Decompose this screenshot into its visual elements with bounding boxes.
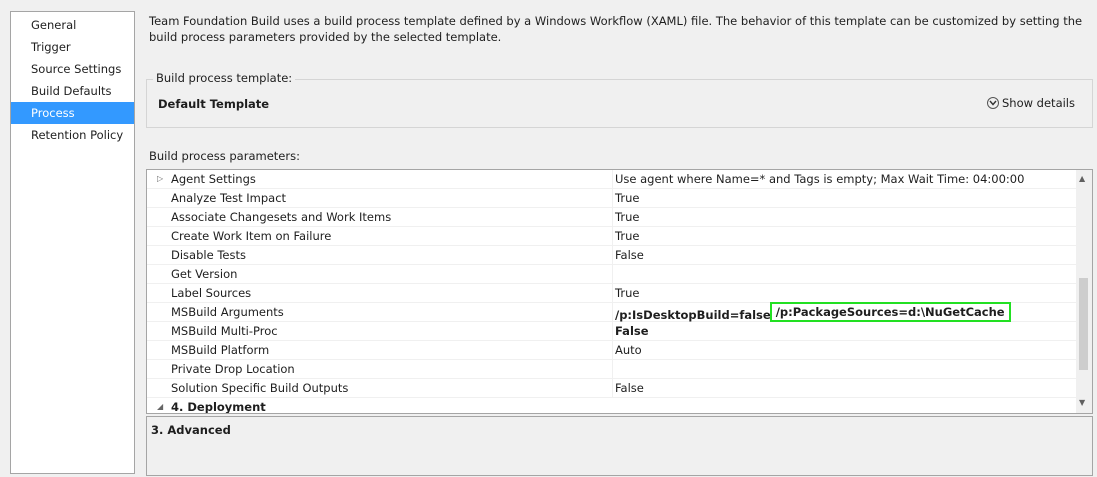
- nav-item-build-defaults[interactable]: Build Defaults: [11, 80, 134, 102]
- param-row[interactable]: MSBuild Platform Auto: [147, 341, 1077, 360]
- param-row[interactable]: Private Drop Location: [147, 360, 1077, 379]
- param-value[interactable]: True: [615, 229, 639, 243]
- chevron-down-icon: [987, 97, 999, 109]
- column-divider: [612, 284, 613, 302]
- column-divider: [612, 303, 613, 321]
- param-value[interactable]: False: [615, 324, 649, 338]
- nav-item-general[interactable]: General: [11, 14, 134, 36]
- param-row-msbuild-arguments[interactable]: MSBuild Arguments /p:IsDesktopBuild=fals…: [147, 302, 1077, 322]
- template-group-legend: Build process template:: [153, 71, 296, 85]
- param-row-agent-settings[interactable]: ▷ Agent Settings Use agent where Name=* …: [147, 170, 1077, 189]
- column-divider: [612, 227, 613, 245]
- nav-item-source-settings[interactable]: Source Settings: [11, 58, 134, 80]
- show-details-button[interactable]: Show details: [987, 96, 1075, 110]
- section-row-deployment[interactable]: ◢ 4. Deployment: [147, 398, 1077, 414]
- param-row[interactable]: Associate Changesets and Work Items True: [147, 208, 1077, 227]
- nav-item-retention-policy[interactable]: Retention Policy: [11, 124, 134, 146]
- column-divider: [612, 341, 613, 359]
- param-name: Solution Specific Build Outputs: [171, 381, 349, 395]
- param-value[interactable]: True: [615, 191, 639, 205]
- nav-item-trigger[interactable]: Trigger: [11, 36, 134, 58]
- param-row[interactable]: Create Work Item on Failure True: [147, 227, 1077, 246]
- column-divider: [612, 246, 613, 264]
- params-grid: ▷ Agent Settings Use agent where Name=* …: [146, 169, 1093, 414]
- param-value[interactable]: True: [615, 210, 639, 224]
- param-row[interactable]: Get Version: [147, 265, 1077, 284]
- param-value[interactable]: True: [615, 286, 639, 300]
- vertical-scrollbar[interactable]: ▲ ▼: [1076, 170, 1092, 413]
- collapse-arrow-icon[interactable]: ◢: [157, 402, 163, 411]
- scroll-up-icon[interactable]: ▲: [1079, 174, 1085, 183]
- param-row[interactable]: Label Sources True: [147, 284, 1077, 303]
- scroll-down-icon[interactable]: ▼: [1079, 398, 1085, 407]
- column-divider: [612, 360, 613, 378]
- param-name: Associate Changesets and Work Items: [171, 210, 392, 224]
- param-value[interactable]: Use agent where Name=* and Tags is empty…: [615, 172, 1024, 186]
- scrollbar-thumb[interactable]: [1079, 278, 1088, 370]
- param-name: Label Sources: [171, 286, 252, 300]
- params-rows: ▷ Agent Settings Use agent where Name=* …: [147, 170, 1077, 414]
- expand-arrow-icon[interactable]: ▷: [157, 174, 163, 183]
- column-divider: [612, 265, 613, 283]
- highlighted-package-sources: /p:PackageSources=d:\NuGetCache: [769, 302, 1011, 322]
- param-name: MSBuild Platform: [171, 343, 270, 357]
- msbuild-args-part: /p:IsDesktopBuild=false: [615, 308, 771, 322]
- nav-item-process[interactable]: Process: [11, 102, 134, 124]
- param-name: Private Drop Location: [171, 362, 295, 376]
- param-name: Agent Settings: [171, 172, 256, 186]
- param-name: MSBuild Multi-Proc: [171, 324, 278, 338]
- param-name: Get Version: [171, 267, 238, 281]
- intro-text: Team Foundation Build uses a build proce…: [149, 14, 1083, 44]
- param-name: Disable Tests: [171, 248, 246, 262]
- column-divider: [612, 322, 613, 340]
- section-name: 4. Deployment: [171, 400, 266, 414]
- column-divider: [612, 208, 613, 226]
- param-name: MSBuild Arguments: [171, 305, 284, 319]
- column-divider: [612, 170, 613, 188]
- settings-nav: General Trigger Source Settings Build De…: [10, 11, 135, 474]
- param-value[interactable]: Auto: [615, 343, 642, 357]
- template-group: Build process template: Default Template…: [146, 71, 1093, 128]
- template-name: Default Template: [158, 97, 270, 111]
- param-row[interactable]: Solution Specific Build Outputs False: [147, 379, 1077, 398]
- param-value[interactable]: False: [615, 381, 644, 395]
- param-value[interactable]: False: [615, 248, 644, 262]
- column-divider: [612, 379, 613, 397]
- param-name: Create Work Item on Failure: [171, 229, 332, 243]
- param-row[interactable]: MSBuild Multi-Proc False: [147, 322, 1077, 341]
- description-panel: 3. Advanced: [146, 416, 1093, 476]
- column-divider: [612, 189, 613, 207]
- param-row[interactable]: Disable Tests False: [147, 246, 1077, 265]
- show-details-label: Show details: [1002, 96, 1075, 110]
- params-label: Build process parameters:: [149, 149, 300, 163]
- param-name: Analyze Test Impact: [171, 191, 287, 205]
- param-row[interactable]: Analyze Test Impact True: [147, 189, 1077, 208]
- description-title: 3. Advanced: [151, 423, 231, 437]
